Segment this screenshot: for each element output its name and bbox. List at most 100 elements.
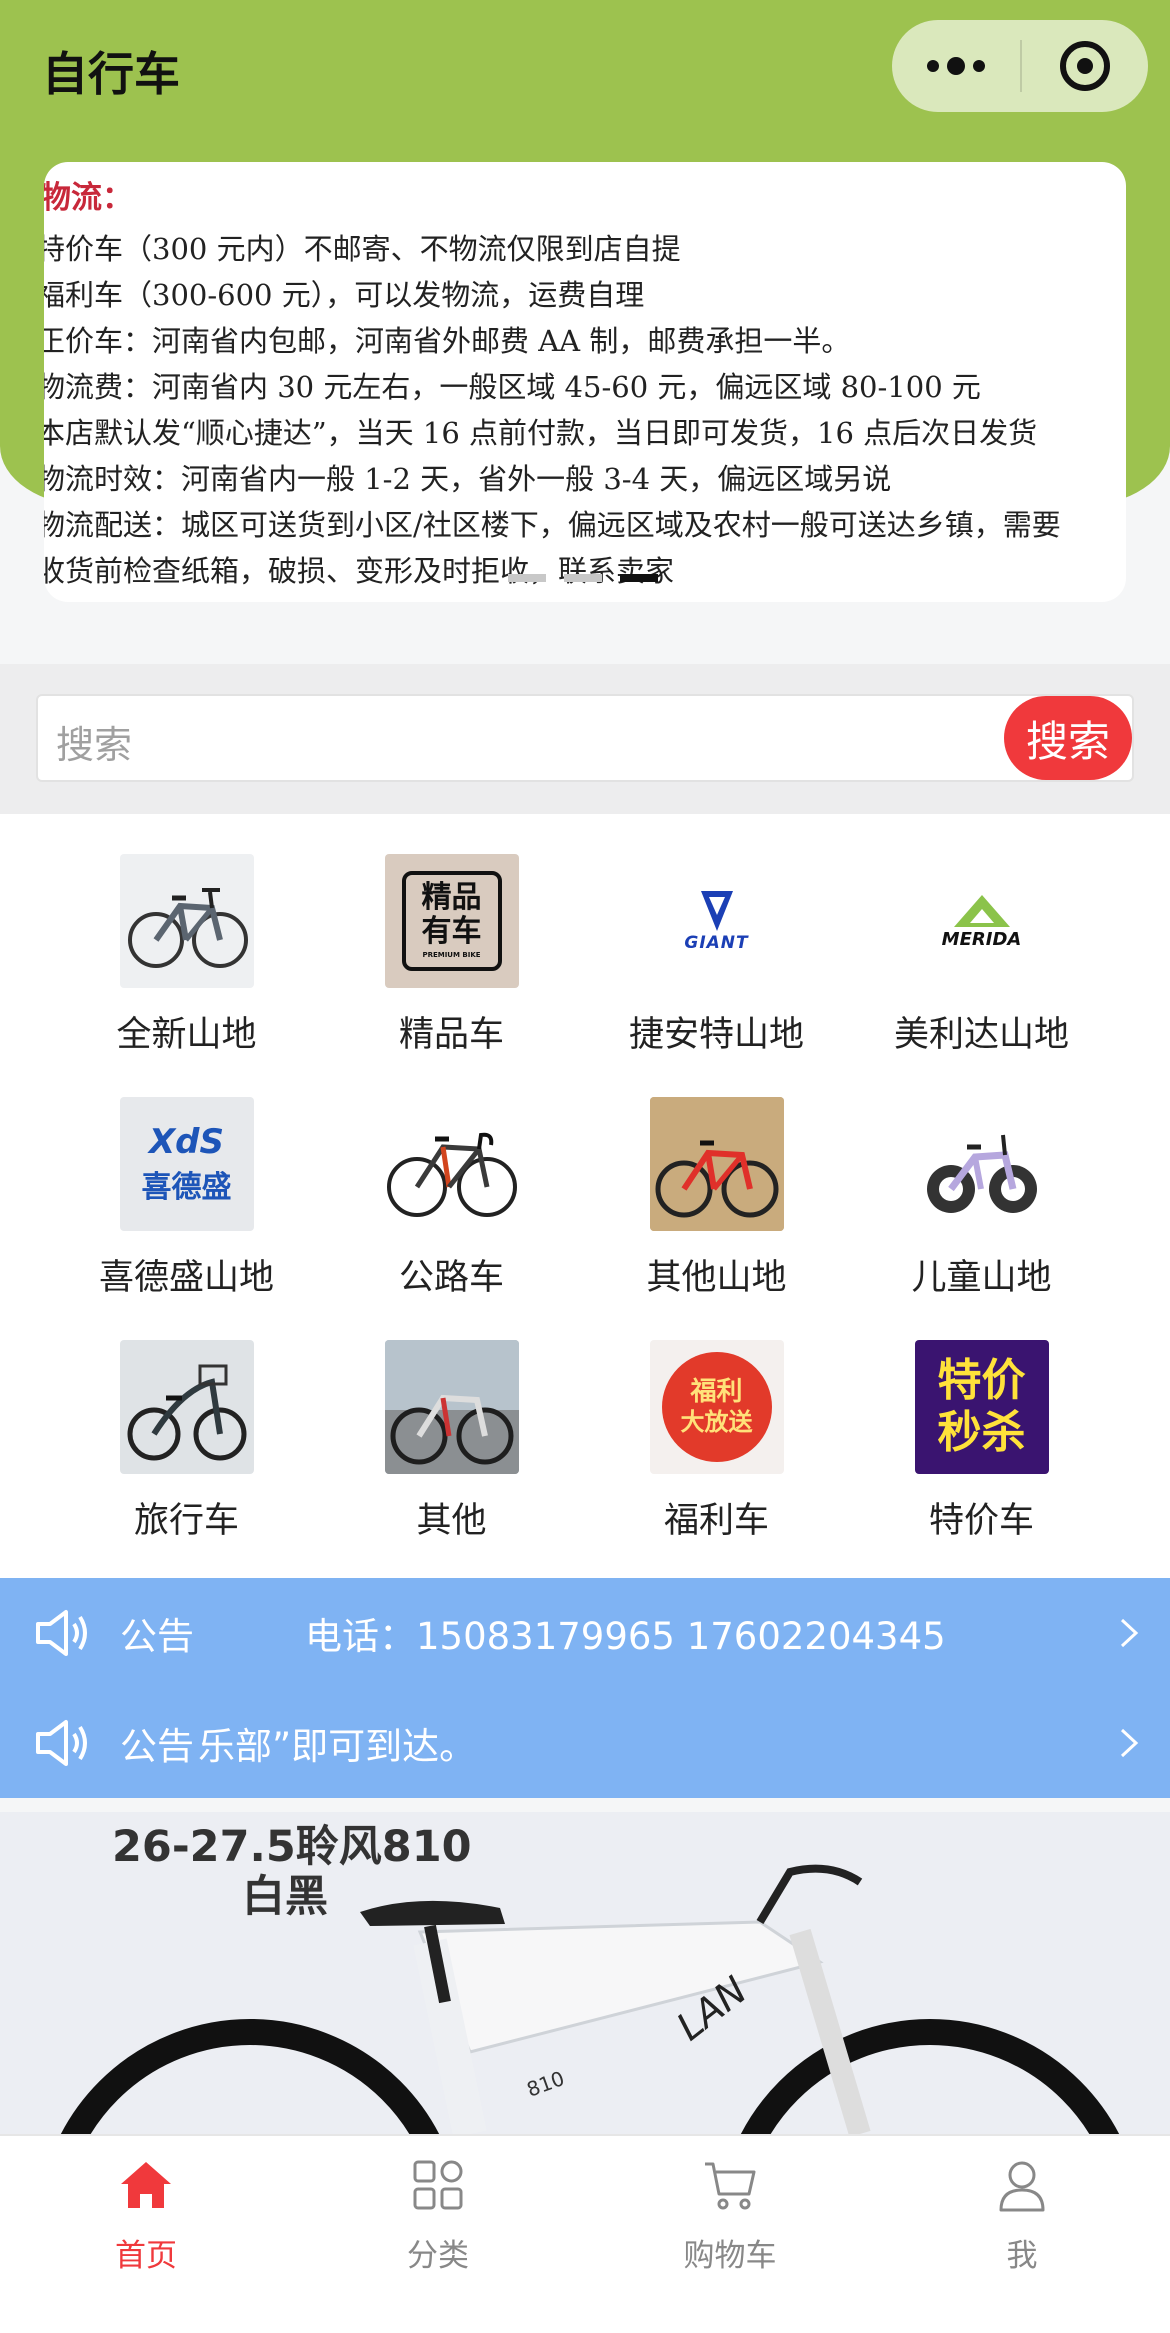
svg-text:810: 810 [524, 2066, 568, 2102]
more-menu-button[interactable] [892, 20, 1020, 112]
welfare-badge-icon: 福利 大放送 [649, 1340, 784, 1474]
banner-line: 福利车（300-600 元），可以发物流，运费自理 [44, 278, 645, 312]
category-label: 全新山地 [116, 1015, 257, 1055]
tab-label: 首页 [115, 2238, 177, 2274]
merida-logo-icon: MERIDA [914, 854, 1049, 988]
notice-text: 乐部”即可到达。 [198, 1725, 477, 1768]
speaker-icon [36, 1720, 87, 1766]
notice-section: 公告 电话：15083179965 17602204345 公告 乐部”即可到达… [0, 1578, 1170, 1798]
category-item[interactable]: MERIDA 美利达山地 [849, 854, 1114, 1057]
logo-text: 喜德盛 [141, 1170, 232, 1205]
tab-label: 我 [1006, 2238, 1038, 2274]
notice-row[interactable]: 公告 乐部”即可到达。 [0, 1688, 1170, 1798]
logo-text: XdS [148, 1122, 225, 1162]
tab-cart[interactable]: 购物车 [584, 2156, 876, 2275]
carousel-dot[interactable] [508, 574, 546, 582]
category-label: 儿童山地 [911, 1258, 1052, 1298]
category-item[interactable]: 福利 大放送 福利车 [584, 1340, 849, 1543]
mountain-bike-photo-icon [119, 854, 254, 988]
xds-logo-icon: XdS 喜德盛 [119, 1097, 254, 1231]
logo-subtext: PREMIUM BIKE [422, 951, 481, 959]
category-label: 其他山地 [646, 1258, 787, 1298]
category-item[interactable]: GIANT 捷安特山地 [584, 854, 849, 1057]
banner-line: 物流配送：城区可送货到小区/社区楼下，偏远区域及农村一般可送达乡镇，需要 [44, 508, 1061, 542]
kids-bike-photo-icon [914, 1097, 1049, 1231]
cart-icon [705, 2162, 756, 2210]
notice-tag: 公告 [120, 1615, 194, 1658]
category-item[interactable]: 儿童山地 [849, 1097, 1114, 1300]
category-label: 其他 [416, 1501, 487, 1541]
red-mountain-bike-photo-icon [649, 1097, 784, 1231]
logo-text: MERIDA [941, 928, 1022, 950]
notice-text: 电话：15083179965 17602204345 [305, 1615, 946, 1658]
notice-tag: 公告 [120, 1725, 194, 1768]
carousel-dot-active[interactable] [620, 574, 658, 582]
category-item[interactable]: 公路车 [319, 1097, 584, 1300]
category-item[interactable]: 全新山地 [54, 854, 319, 1057]
close-mini-program-button[interactable] [1022, 20, 1148, 112]
category-label: 旅行车 [133, 1501, 239, 1541]
banner-slide[interactable]: 物流： 特价车（300 元内）不邮寄、不物流仅限到店自提 福利车（300-600… [44, 162, 1126, 602]
bottom-tab-bar: 首页 分类 购物车 我 [0, 2134, 1170, 2333]
category-label: 喜德盛山地 [98, 1258, 274, 1298]
chevron-right-icon [1120, 1728, 1139, 1758]
carousel-indicator [508, 574, 658, 582]
road-bike-photo-icon [384, 1097, 519, 1231]
banner-line: 本店默认发“顺心捷达”，当天 16 点前付款，当日即可发货，16 点后次日发货 [44, 416, 1038, 450]
banner-line: 收货前检查纸箱，破损、变形及时拒收，联系卖家 [44, 554, 675, 588]
product-card[interactable]: 26-27.5聆风810 白黑 LAN 810 [0, 1812, 1170, 2134]
tab-label: 分类 [407, 2238, 469, 2274]
chevron-right-icon [1120, 1618, 1139, 1648]
page-title: 自行车 [42, 47, 180, 101]
tab-category[interactable]: 分类 [292, 2156, 584, 2275]
category-icon [413, 2160, 463, 2210]
premium-bike-logo-icon: 精品 有车 PREMIUM BIKE [384, 854, 519, 988]
mini-program-capsule [892, 20, 1148, 112]
touring-bike-photo-icon [119, 1340, 254, 1474]
speaker-icon [36, 1610, 87, 1656]
category-grid: 全新山地 精品 有车 PREMIUM BIKE 精品车 GIANT 捷安特山地 … [0, 814, 1170, 1578]
logo-text: GIANT [684, 933, 749, 953]
home-icon [121, 2162, 171, 2208]
search-bar: 搜索 搜索 [36, 694, 1134, 782]
badge-text: 秒杀 [937, 1407, 1026, 1458]
banner-line: 物流费：河南省内 30 元左右，一般区域 45-60 元，偏远区域 80-100… [44, 370, 981, 404]
badge-text: 大放送 [680, 1408, 753, 1436]
more-dot-icon [973, 60, 985, 72]
banner-heading: 物流： [44, 180, 133, 216]
target-icon [1060, 41, 1110, 91]
category-label: 特价车 [928, 1501, 1034, 1541]
banner-line: 物流时效：河南省内一般 1-2 天，省外一般 3-4 天，偏远区域另说 [44, 462, 892, 496]
badge-text: 特价 [937, 1355, 1026, 1406]
notice-row[interactable]: 公告 电话：15083179965 17602204345 [0, 1578, 1170, 1688]
more-dot-icon [927, 60, 939, 72]
tab-label: 购物车 [683, 2238, 777, 2274]
category-item[interactable]: 旅行车 [54, 1340, 319, 1543]
bike-photo-icon: LAN 810 [60, 1864, 1120, 2134]
category-label: 福利车 [663, 1501, 769, 1541]
category-label: 公路车 [398, 1258, 504, 1298]
category-item[interactable]: XdS 喜德盛 喜德盛山地 [54, 1097, 319, 1300]
tab-profile[interactable]: 我 [876, 2156, 1168, 2275]
special-price-badge-icon: 特价 秒杀 [914, 1340, 1049, 1474]
banner-line: 特价车（300 元内）不邮寄、不物流仅限到店自提 [44, 232, 681, 266]
search-input[interactable]: 搜索 [56, 714, 132, 769]
more-dot-icon [947, 57, 965, 75]
other-bike-photo-icon [384, 1340, 519, 1474]
banner-line: 正价车：河南省内包邮，河南省外邮费 AA 制，邮费承担一半。 [44, 324, 851, 358]
search-button[interactable]: 搜索 [1004, 696, 1132, 780]
category-item[interactable]: 其他 [319, 1340, 584, 1543]
user-icon [999, 2161, 1045, 2212]
category-item[interactable]: 精品 有车 PREMIUM BIKE 精品车 [319, 854, 584, 1057]
category-label: 精品车 [398, 1015, 504, 1055]
category-item[interactable]: 其他山地 [584, 1097, 849, 1300]
badge-text: 福利 [690, 1377, 743, 1407]
category-item[interactable]: 特价 秒杀 特价车 [849, 1340, 1114, 1543]
logo-text: 精品 [421, 880, 482, 915]
category-label: 捷安特山地 [628, 1015, 804, 1055]
logo-text: 有车 [421, 914, 482, 949]
giant-logo-icon: GIANT [649, 854, 784, 988]
carousel-dot[interactable] [564, 574, 602, 582]
tab-home[interactable]: 首页 [0, 2156, 292, 2275]
category-label: 美利达山地 [893, 1015, 1069, 1055]
